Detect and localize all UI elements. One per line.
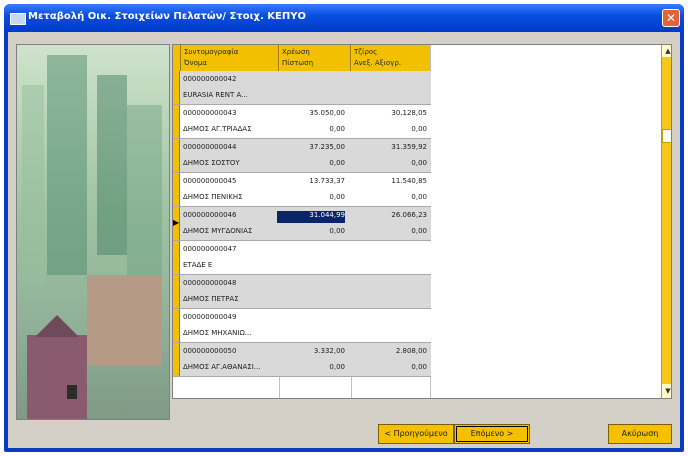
scroll-down-icon[interactable]: ▼	[663, 386, 671, 396]
scroll-track[interactable]	[662, 57, 671, 384]
next-button[interactable]: Επόμενο >	[454, 424, 530, 444]
column-header-debit-credit[interactable]: Χρέωση Πίστωση	[279, 45, 351, 71]
image-tower	[47, 55, 87, 275]
image-window	[67, 385, 77, 399]
image-tower	[22, 85, 44, 285]
table-row[interactable]: 000000000049 ΔΗΜΟΣ ΜΗΧΑΝΙΩ...	[173, 309, 431, 343]
close-button[interactable]: ✕	[662, 9, 680, 27]
cell-credit[interactable]: 0,00	[277, 363, 345, 371]
cell-name[interactable]: ΔΗΜΟΣ ΠΕΝΙΚΗΣ	[183, 193, 273, 201]
table-row[interactable]: ▶ 000000000046 ΔΗΜΟΣ ΜΥΓΔΟΝΙΑΣ 31.044,99 0,0…	[173, 207, 431, 241]
app-icon	[10, 13, 26, 25]
row-indicator[interactable]	[173, 309, 180, 342]
cell-code[interactable]: 000000000042	[183, 75, 273, 83]
cell-extra[interactable]: 0,00	[351, 125, 427, 133]
current-row-icon: ▶	[173, 218, 180, 227]
grid-corner-header	[173, 45, 181, 71]
row-indicator[interactable]: ▶	[173, 207, 180, 240]
previous-button[interactable]: < Προηγούμενο	[378, 424, 454, 444]
cell-code[interactable]: 000000000047	[183, 245, 273, 253]
cell-turnover[interactable]: 31.359,92	[351, 143, 427, 151]
header-label: Όνομα	[184, 59, 207, 67]
header-label: Πίστωση	[282, 59, 314, 67]
image-tower	[127, 105, 162, 275]
close-icon: ✕	[665, 11, 677, 25]
cell-extra[interactable]: 0,00	[351, 159, 427, 167]
cell-code[interactable]: 000000000046	[183, 211, 273, 219]
cell-debit[interactable]: 37.235,00	[277, 143, 345, 151]
accounts-grid[interactable]: Συντομογραφία Όνομα Χρέωση Πίστωση Τζίρο…	[172, 44, 672, 399]
image-tower	[97, 75, 127, 255]
table-row[interactable]: 000000000047 ΕΤΑΔΕ Ε	[173, 241, 431, 275]
window-title: Μεταβολή Οικ. Στοιχείων Πελατών/ Στοιχ. …	[28, 11, 306, 22]
cell-extra[interactable]: 0,00	[351, 363, 427, 371]
cell-name[interactable]: ΔΗΜΟΣ ΜΥΓΔΟΝΙΑΣ	[183, 227, 273, 235]
row-indicator[interactable]	[173, 71, 180, 104]
cell-code[interactable]: 000000000050	[183, 347, 273, 355]
image-houses	[87, 275, 162, 365]
cell-name[interactable]: ΔΗΜΟΣ ΜΗΧΑΝΙΩ...	[183, 329, 273, 337]
header-label: Τζίρος	[354, 48, 378, 56]
cell-turnover[interactable]: 30.128,05	[351, 109, 427, 117]
cell-name[interactable]: ΔΗΜΟΣ ΠΕΤΡΑΣ	[183, 295, 273, 303]
row-indicator[interactable]	[173, 275, 180, 308]
cell-extra[interactable]: 0,00	[351, 227, 427, 235]
cell-code[interactable]: 000000000045	[183, 177, 273, 185]
dialog-window: Μεταβολή Οικ. Στοιχείων Πελατών/ Στοιχ. …	[4, 4, 684, 452]
cell-code[interactable]: 000000000048	[183, 279, 273, 287]
cell-turnover[interactable]: 26.066,23	[351, 211, 427, 219]
table-row[interactable]: 000000000042 EURASIA RENT A...	[173, 71, 431, 105]
cell-code[interactable]: 000000000049	[183, 313, 273, 321]
table-row[interactable]: 000000000043 ΔΗΜΟΣ ΑΓ.ΤΡΙΑΔΑΣ 35.050,00 0,0…	[173, 105, 431, 139]
title-bar[interactable]: Μεταβολή Οικ. Στοιχείων Πελατών/ Στοιχ. …	[4, 4, 684, 32]
image-house	[27, 335, 87, 419]
column-header-turnover[interactable]: Τζίρος Ανεξ. Αξιογρ.	[351, 45, 431, 71]
cell-code[interactable]: 000000000044	[183, 143, 273, 151]
cell-name[interactable]: EURASIA RENT A...	[183, 91, 273, 99]
scroll-up-icon[interactable]: ▲	[663, 46, 671, 56]
row-indicator[interactable]	[173, 139, 180, 172]
header-label: Χρέωση	[282, 48, 310, 56]
client-area: Συντομογραφία Όνομα Χρέωση Πίστωση Τζίρο…	[8, 32, 680, 448]
row-indicator[interactable]	[173, 343, 180, 376]
table-row[interactable]: 000000000044 ΔΗΜΟΣ ΣΟΣΤΟΥ 37.235,00 0,00 31.…	[173, 139, 431, 173]
table-row[interactable]: 000000000048 ΔΗΜΟΣ ΠΕΤΡΑΣ	[173, 275, 431, 309]
cell-name[interactable]: ΕΤΑΔΕ Ε	[183, 261, 273, 269]
image-roof	[35, 315, 79, 337]
cell-credit[interactable]: 0,00	[277, 125, 345, 133]
cell-debit[interactable]: 13.733,37	[277, 177, 345, 185]
cell-name[interactable]: ΔΗΜΟΣ ΑΓ.ΤΡΙΑΔΑΣ	[183, 125, 273, 133]
table-row[interactable]: 000000000045 ΔΗΜΟΣ ΠΕΝΙΚΗΣ 13.733,37 0,00 11…	[173, 173, 431, 207]
vertical-scrollbar[interactable]: ▲ ▼	[661, 45, 671, 398]
cell-debit[interactable]: 3.332,00	[277, 347, 345, 355]
cell-turnover[interactable]: 2.808,00	[351, 347, 427, 355]
cell-credit[interactable]: 0,00	[277, 227, 345, 235]
header-label: Συντομογραφία	[184, 48, 239, 56]
decorative-city-image	[16, 44, 170, 420]
scroll-thumb[interactable]	[662, 129, 671, 143]
cell-credit[interactable]: 0,00	[277, 193, 345, 201]
cell-debit[interactable]: 31.044,99	[277, 211, 345, 223]
row-indicator[interactable]	[173, 173, 180, 206]
cell-code[interactable]: 000000000043	[183, 109, 273, 117]
cell-credit[interactable]: 0,00	[277, 159, 345, 167]
column-header-code-name[interactable]: Συντομογραφία Όνομα	[181, 45, 279, 71]
header-label: Ανεξ. Αξιογρ.	[354, 59, 401, 67]
cell-turnover[interactable]: 11.540,85	[351, 177, 427, 185]
cell-name[interactable]: ΔΗΜΟΣ ΣΟΣΤΟΥ	[183, 159, 273, 167]
table-row[interactable]: 000000000050 ΔΗΜΟΣ ΑΓ.ΑΘΑΝΑΣΙ... 3.332,00 0…	[173, 343, 431, 377]
cell-debit[interactable]: 35.050,00	[277, 109, 345, 117]
cell-extra[interactable]: 0,00	[351, 193, 427, 201]
cancel-button[interactable]: Ακύρωση	[608, 424, 672, 444]
cell-name[interactable]: ΔΗΜΟΣ ΑΓ.ΑΘΑΝΑΣΙ...	[183, 363, 273, 371]
row-indicator[interactable]	[173, 105, 180, 138]
row-indicator[interactable]	[173, 241, 180, 274]
